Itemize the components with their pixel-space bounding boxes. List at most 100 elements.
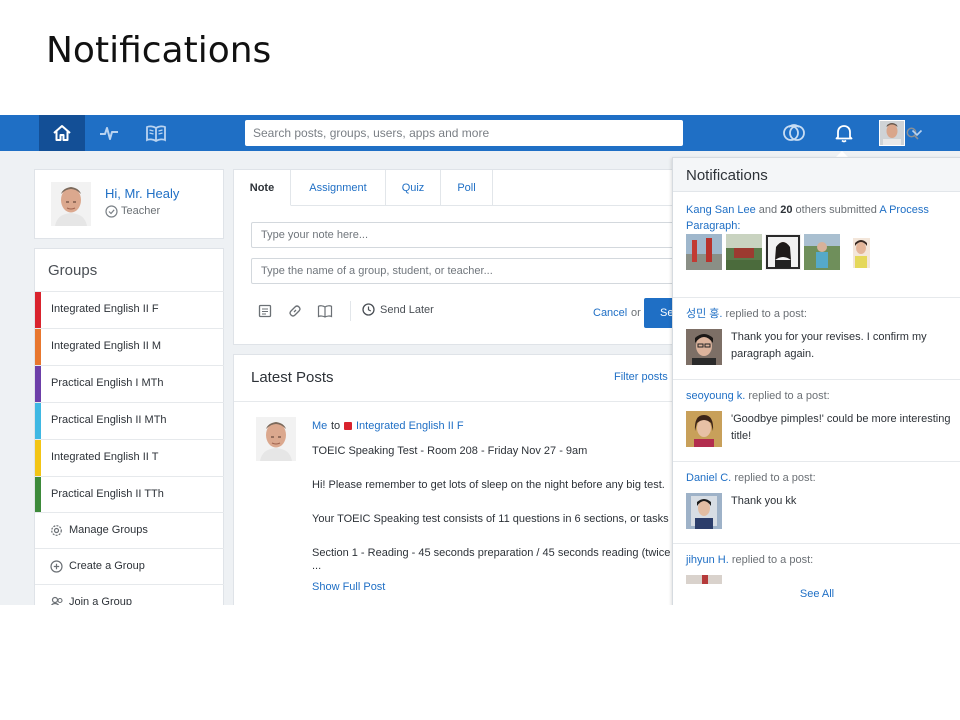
notification-text: Daniel C. replied to a post: (686, 470, 956, 486)
submission-thumbnail[interactable] (686, 234, 722, 270)
group-item-integrated-english-ii-f[interactable]: Integrated English II F (35, 291, 224, 328)
group-item-practical-english-ii-tth[interactable]: Practical English II TTh (35, 476, 224, 513)
note-input[interactable] (252, 223, 683, 247)
submission-thumbnail[interactable] (726, 234, 762, 270)
create-group-button[interactable]: Create a Group (35, 548, 224, 584)
post-author-link[interactable]: Me (312, 420, 327, 432)
notifications-title: Notifications (686, 167, 768, 184)
group-label: Practical English I MTh (51, 377, 164, 389)
app-window: Hi, Mr. Healy Teacher Groups Integrated … (0, 115, 960, 605)
avatar[interactable] (256, 417, 296, 461)
group-color-bar (35, 477, 41, 513)
users-icon (51, 596, 63, 605)
activity-button[interactable] (86, 115, 132, 151)
activity-icon (100, 127, 118, 140)
group-item-integrated-english-ii-m[interactable]: Integrated English II M (35, 328, 224, 365)
submission-thumbnail[interactable] (804, 234, 840, 270)
notification-reply[interactable]: 성민 홍. replied to a post: Thank you for y… (673, 298, 960, 380)
avatar[interactable] (51, 182, 91, 226)
notification-user-link[interactable]: 성민 홍. (686, 308, 722, 320)
avatar[interactable] (686, 329, 722, 365)
group-item-practical-english-ii-mth[interactable]: Practical English II MTh (35, 402, 224, 439)
library-icon[interactable] (317, 304, 333, 318)
toolbar-divider (350, 301, 351, 321)
tab-note[interactable]: Note (234, 170, 291, 206)
tab-poll[interactable]: Poll (441, 170, 493, 206)
search-bar (245, 120, 919, 146)
attach-file-icon[interactable] (258, 304, 272, 318)
user-role: Teacher (121, 205, 161, 217)
user-greeting[interactable]: Hi, Mr. Healy (105, 186, 179, 201)
notification-user-link[interactable]: seoyoung k. (686, 390, 745, 402)
join-group-button[interactable]: Join a Group (35, 584, 224, 605)
notification-text: Kang San Lee and 20 others submitted A P… (686, 202, 956, 234)
avatar[interactable] (686, 575, 722, 584)
show-full-post-link[interactable]: Show Full Post (312, 581, 385, 593)
notification-action: replied to a post: (731, 554, 814, 566)
notification-submission[interactable]: Kang San Lee and 20 others submitted A P… (673, 193, 960, 298)
manage-groups-button[interactable]: Manage Groups (35, 512, 224, 548)
cancel-button[interactable]: Cancel (593, 307, 627, 319)
notification-reply[interactable]: jihyun H. replied to a post: (673, 544, 960, 584)
groups-panel: Groups Integrated English II F Integrate… (34, 248, 224, 605)
notification-action: others submitted (795, 204, 877, 216)
note-field (251, 222, 684, 248)
notification-user-link[interactable]: jihyun H. (686, 554, 729, 566)
bell-icon (835, 125, 853, 143)
home-button[interactable] (39, 115, 85, 151)
assignment-colon: : (737, 220, 741, 232)
group-label: Integrated English II F (51, 303, 159, 315)
post-group-link[interactable]: Integrated English II F (356, 420, 464, 432)
apps-button[interactable] (778, 115, 810, 151)
notification-message: Thank you kk (731, 495, 797, 507)
notification-user-link[interactable]: Daniel C. (686, 472, 731, 484)
filter-posts-button[interactable]: Filter posts (614, 371, 668, 383)
user-card: Hi, Mr. Healy Teacher (34, 169, 224, 239)
post-title-line: TOEIC Speaking Test - Room 208 - Friday … (312, 445, 588, 457)
send-later-button[interactable]: Send Later (362, 303, 434, 316)
notifications-button[interactable] (830, 115, 858, 151)
avatar (879, 120, 905, 146)
group-item-integrated-english-ii-t[interactable]: Integrated English II T (35, 439, 224, 476)
create-group-label: Create a Group (69, 560, 145, 572)
link-icon[interactable] (288, 304, 302, 318)
profile-menu-button[interactable] (878, 115, 924, 151)
avatar[interactable] (686, 411, 722, 447)
notification-user-link[interactable]: Kang San Lee (686, 204, 756, 216)
plus-circle-icon (50, 560, 63, 573)
post-body-line: Your TOEIC Speaking test consists of 11 … (312, 513, 669, 525)
avatar[interactable] (686, 493, 722, 529)
notification-reply[interactable]: Daniel C. replied to a post: Thank you k… (673, 462, 960, 544)
search-input[interactable] (253, 120, 643, 146)
see-all-link[interactable]: See All (673, 588, 960, 600)
group-label: Practical English II TTh (51, 488, 164, 500)
posts-title: Latest Posts (251, 369, 334, 386)
notification-text: jihyun H. replied to a post: (686, 552, 956, 568)
notification-action: replied to a post: (748, 390, 830, 402)
group-color-bar (35, 403, 41, 439)
notification-action: replied to a post: (734, 472, 816, 484)
post-composer: Note Assignment Quiz Poll Send Later Can… (233, 169, 684, 345)
notification-message: Thank you for your revises. I confirm my… (731, 331, 927, 360)
group-label: Practical English II MTh (51, 414, 167, 426)
tab-assignment[interactable]: Assignment (291, 170, 386, 206)
group-color-dot (344, 422, 352, 430)
library-button[interactable] (133, 115, 179, 151)
notification-connector: and (758, 204, 778, 216)
submission-thumbnail[interactable] (765, 234, 801, 270)
notification-reply[interactable]: seoyoung k. replied to a post: 'Goodbye … (673, 380, 960, 462)
manage-groups-label: Manage Groups (69, 524, 148, 536)
notification-action: replied to a post: (725, 308, 807, 320)
home-icon (53, 125, 71, 141)
group-color-bar (35, 366, 41, 402)
clock-icon (362, 303, 375, 316)
tab-quiz[interactable]: Quiz (386, 170, 441, 206)
submission-thumbnail[interactable] (843, 234, 879, 270)
top-navigation-bar (0, 115, 960, 151)
notifications-header: Notifications (673, 158, 960, 192)
group-color-bar (35, 440, 41, 476)
post-ellipsis: ... (312, 560, 322, 572)
group-color-bar (35, 292, 41, 328)
recipient-input[interactable] (252, 259, 683, 283)
group-item-practical-english-i-mth[interactable]: Practical English I MTh (35, 365, 224, 402)
